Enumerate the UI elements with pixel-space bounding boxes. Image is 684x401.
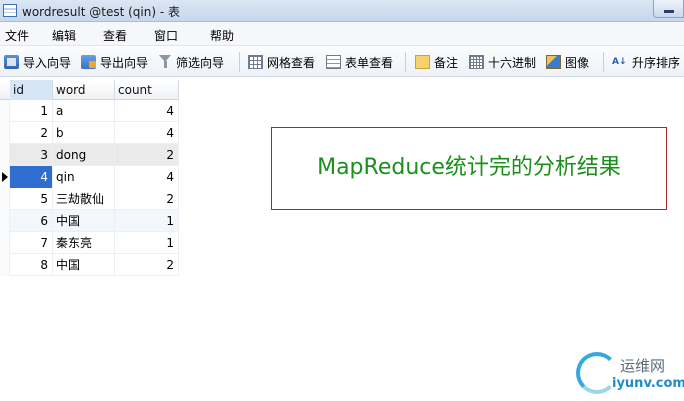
cell-word[interactable]: qin	[53, 166, 115, 188]
table-row[interactable]: 1 a 4	[0, 100, 179, 122]
site-watermark: 运维网 iyunv.com	[576, 352, 684, 396]
cell-count[interactable]: 1	[115, 232, 179, 254]
watermark-name: 运维网	[620, 357, 666, 375]
table-row[interactable]: 2 b 4	[0, 122, 179, 144]
hex-icon	[469, 55, 484, 69]
table-row[interactable]: 6 中国 1	[0, 210, 179, 232]
table-row[interactable]: 5 三劫散仙 2	[0, 188, 179, 210]
grid-header: id word count	[0, 80, 179, 100]
column-header-count[interactable]: count	[115, 80, 179, 100]
cell-count[interactable]: 2	[115, 144, 179, 166]
form-view-icon	[326, 55, 341, 69]
sort-ascending-icon: A↓	[612, 57, 627, 67]
cell-id[interactable]: 3	[10, 144, 53, 166]
hex-button[interactable]: 十六进制	[469, 53, 536, 71]
toolbar: 导入向导 导出向导 筛选向导 网格查看 表单查看 备注 十六进制 图像 A↓ 升…	[0, 47, 684, 77]
image-label: 图像	[565, 55, 590, 70]
cell-id[interactable]: 6	[10, 210, 53, 232]
menu-edit[interactable]: 编辑	[52, 27, 76, 44]
memo-button[interactable]: 备注	[415, 53, 458, 71]
cell-count[interactable]: 4	[115, 122, 179, 144]
row-indicator	[0, 232, 10, 254]
cell-word[interactable]: 三劫散仙	[53, 188, 115, 210]
menu-file[interactable]: 文件	[5, 27, 29, 44]
export-wizard-button[interactable]: 导出向导	[81, 53, 148, 71]
cell-word[interactable]: 中国	[53, 210, 115, 232]
title-bar: wordresult @test (qin) - 表	[0, 0, 684, 22]
export-wizard-icon	[81, 55, 96, 69]
annotation-text: MapReduce统计完的分析结果	[317, 155, 621, 180]
row-indicator	[0, 210, 10, 232]
image-icon	[546, 55, 561, 69]
filter-wizard-label: 筛选向导	[176, 55, 225, 70]
menu-window[interactable]: 窗口	[154, 27, 178, 44]
cell-count[interactable]: 1	[115, 210, 179, 232]
toolbar-separator	[405, 52, 406, 72]
menu-bar: 文件 编辑 查看 窗口 帮助	[0, 22, 684, 46]
cell-id[interactable]: 2	[10, 122, 53, 144]
column-header-id[interactable]: id	[10, 80, 53, 100]
cell-word[interactable]: dong	[53, 144, 115, 166]
form-view-button[interactable]: 表单查看	[326, 53, 393, 71]
watermark-url: iyunv.com	[612, 376, 684, 391]
filter-icon	[159, 55, 172, 69]
cell-word[interactable]: 秦东亮	[53, 232, 115, 254]
grid-view-label: 网格查看	[267, 55, 316, 70]
cell-id[interactable]: 7	[10, 232, 53, 254]
sort-ascending-label: 升序排序	[632, 55, 681, 70]
cell-word[interactable]: a	[53, 100, 115, 122]
table-row[interactable]: 3 dong 2	[0, 144, 179, 166]
grid-view-button[interactable]: 网格查看	[248, 53, 315, 71]
cell-word[interactable]: 中国	[53, 254, 115, 276]
filter-wizard-button[interactable]: 筛选向导	[159, 53, 224, 71]
hex-label: 十六进制	[488, 55, 537, 70]
import-wizard-button[interactable]: 导入向导	[4, 53, 71, 71]
cell-count[interactable]: 2	[115, 188, 179, 210]
menu-view[interactable]: 查看	[103, 27, 127, 44]
form-view-label: 表单查看	[345, 55, 394, 70]
window-title: wordresult @test (qin) - 表	[22, 5, 180, 19]
row-indicator	[0, 188, 10, 210]
cell-word[interactable]: b	[53, 122, 115, 144]
menu-help[interactable]: 帮助	[210, 27, 234, 44]
row-indicator	[0, 144, 10, 166]
cell-id[interactable]: 4	[10, 166, 53, 188]
row-indicator	[0, 254, 10, 276]
column-header-word[interactable]: word	[53, 80, 115, 100]
table-row[interactable]: 7 秦东亮 1	[0, 232, 179, 254]
toolbar-separator	[603, 52, 604, 72]
row-indicator	[0, 166, 10, 188]
export-wizard-label: 导出向导	[100, 55, 149, 70]
cell-id[interactable]: 1	[10, 100, 53, 122]
cell-id[interactable]: 8	[10, 254, 53, 276]
toolbar-separator	[239, 52, 240, 72]
cell-id[interactable]: 5	[10, 188, 53, 210]
import-wizard-label: 导入向导	[23, 55, 72, 70]
annotation-box: MapReduce统计完的分析结果	[271, 127, 667, 210]
memo-icon	[415, 55, 430, 69]
import-wizard-icon	[4, 55, 19, 69]
cell-count[interactable]: 4	[115, 100, 179, 122]
row-indicator	[0, 122, 10, 144]
cell-count[interactable]: 2	[115, 254, 179, 276]
cell-count[interactable]: 4	[115, 166, 179, 188]
current-row-arrow-icon	[2, 172, 8, 182]
row-indicator	[0, 100, 10, 122]
minimize-button[interactable]	[653, 0, 684, 18]
memo-label: 备注	[434, 55, 459, 70]
grid-view-icon	[248, 55, 263, 69]
image-button[interactable]: 图像	[546, 53, 589, 71]
table-row-current[interactable]: 4 qin 4	[0, 166, 179, 188]
table-row[interactable]: 8 中国 2	[0, 254, 179, 276]
sort-ascending-button[interactable]: A↓ 升序排序	[612, 53, 680, 71]
table-icon	[3, 4, 17, 17]
